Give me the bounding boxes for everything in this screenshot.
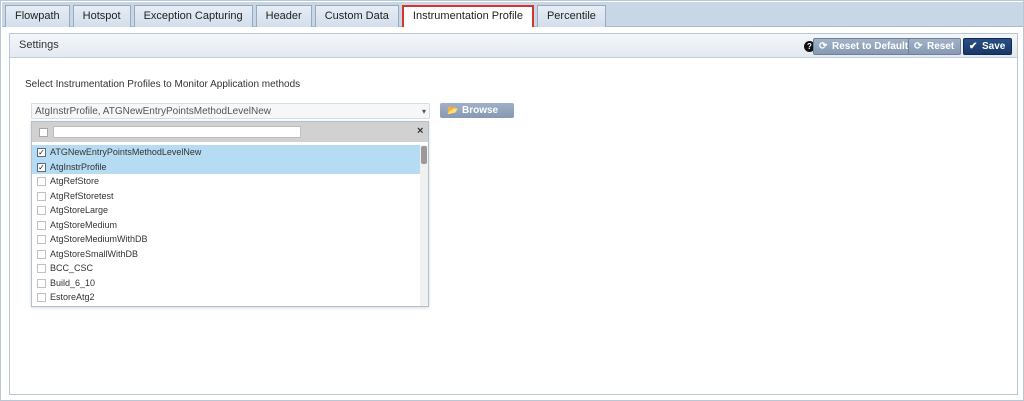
list-item-label: AtgStoreMediumWithDB	[50, 234, 148, 244]
list-item-label: AtgStoreMedium	[50, 219, 118, 230]
checkbox-checked[interactable]: ✓	[37, 162, 46, 172]
list-item-label: Build_6_10	[50, 277, 96, 288]
select-all-checkbox[interactable]	[39, 128, 48, 137]
reset-button[interactable]: ⟳ Reset	[908, 38, 962, 55]
browse-label: Browse	[462, 105, 499, 116]
checkbox[interactable]	[37, 191, 46, 201]
list-item[interactable]: AtgStoreMedium	[32, 218, 420, 233]
list-item[interactable]: ✓ AtgInstrProfile	[32, 159, 420, 174]
tab-percentile[interactable]: Percentile	[536, 5, 606, 27]
list-item[interactable]: EstoreAtg2	[32, 290, 420, 305]
tab-instrumentation-profile[interactable]: Instrumentation Profile	[401, 5, 534, 27]
list-item[interactable]: AtgStoreSmallWithDB	[32, 247, 420, 262]
checkbox[interactable]	[37, 235, 46, 244]
panel-title: Settings	[19, 39, 59, 51]
checkbox[interactable]	[37, 249, 46, 259]
list-item-label: AtgInstrProfile	[50, 161, 107, 172]
tab-flowpath[interactable]: Flowpath	[5, 5, 70, 27]
tab-hotspot[interactable]: Hotspot	[72, 5, 131, 27]
multiselect-value: AtgInstrProfile, ATGNewEntryPointsMethod…	[35, 106, 272, 117]
profile-list: ✓ ATGNewEntryPointsMethodLevelNew ✓ AtgI…	[32, 145, 420, 305]
tab-custom-data[interactable]: Custom Data	[314, 5, 399, 27]
dropdown-header: ×	[32, 122, 428, 142]
reset-to-default-button[interactable]: ⟳ Reset to Default	[813, 38, 916, 55]
dropdown-scrollbar[interactable]	[420, 145, 428, 306]
save-button[interactable]: ✔ Save	[963, 38, 1013, 55]
checkbox[interactable]	[37, 293, 46, 302]
settings-panel: Settings ? ⟳ Reset to Default ⟳ Reset ✔ …	[9, 33, 1018, 395]
instruction-text: Select Instrumentation Profiles to Monit…	[25, 79, 301, 90]
checkbox[interactable]	[37, 177, 46, 186]
refresh-icon: ⟳	[819, 41, 828, 52]
dropdown-search-input[interactable]	[53, 126, 301, 138]
list-item[interactable]: AtgRefStoretest	[32, 189, 420, 204]
list-item[interactable]: Build_6_10	[32, 276, 420, 291]
list-item[interactable]: AtgStoreLarge	[32, 203, 420, 218]
profile-dropdown: × ✓ ATGNewEntryPointsMethodLevelNew ✓ At…	[31, 121, 429, 307]
list-item-label: BCC_CSC	[50, 263, 94, 273]
list-item[interactable]: AtgRefStore	[32, 174, 420, 189]
scrollbar-thumb[interactable]	[421, 146, 427, 164]
list-item-label: AtgStoreSmallWithDB	[50, 248, 139, 259]
list-item-label: AtgRefStore	[50, 176, 100, 186]
app-frame: Flowpath Hotspot Exception Capturing Hea…	[0, 0, 1024, 401]
browse-button[interactable]: 📂 Browse	[440, 103, 514, 118]
checkbox[interactable]	[37, 278, 46, 288]
folder-open-icon: 📂	[447, 105, 459, 115]
caret-down-icon[interactable]: ▾	[422, 107, 426, 116]
save-label: Save	[982, 41, 1006, 52]
checkbox[interactable]	[37, 264, 46, 273]
list-item-label: AtgStoreLarge	[50, 205, 109, 215]
tab-exception-capturing[interactable]: Exception Capturing	[133, 5, 253, 27]
tab-header[interactable]: Header	[255, 5, 312, 27]
check-icon: ✔	[969, 41, 978, 52]
checkbox-checked[interactable]: ✓	[37, 148, 46, 157]
reset-to-default-label: Reset to Default	[832, 41, 909, 52]
list-item[interactable]: ✓ ATGNewEntryPointsMethodLevelNew	[32, 145, 420, 160]
reset-label: Reset	[927, 41, 955, 52]
list-item-label: AtgRefStoretest	[50, 190, 114, 201]
panel-header: Settings ? ⟳ Reset to Default ⟳ Reset ✔ …	[10, 34, 1017, 58]
close-icon[interactable]: ×	[417, 125, 423, 137]
checkbox[interactable]	[37, 220, 46, 230]
list-item[interactable]: BCC_CSC	[32, 261, 420, 276]
list-item-label: EstoreAtg2	[50, 292, 95, 302]
tab-list: Flowpath Hotspot Exception Capturing Hea…	[5, 5, 609, 27]
refresh-icon: ⟳	[914, 41, 923, 52]
list-item-label: ATGNewEntryPointsMethodLevelNew	[50, 147, 202, 157]
checkbox[interactable]	[37, 206, 46, 215]
tab-bar: Flowpath Hotspot Exception Capturing Hea…	[2, 2, 1023, 27]
list-item[interactable]: AtgStoreMediumWithDB	[32, 232, 420, 247]
profile-multiselect[interactable]: AtgInstrProfile, ATGNewEntryPointsMethod…	[31, 103, 430, 119]
